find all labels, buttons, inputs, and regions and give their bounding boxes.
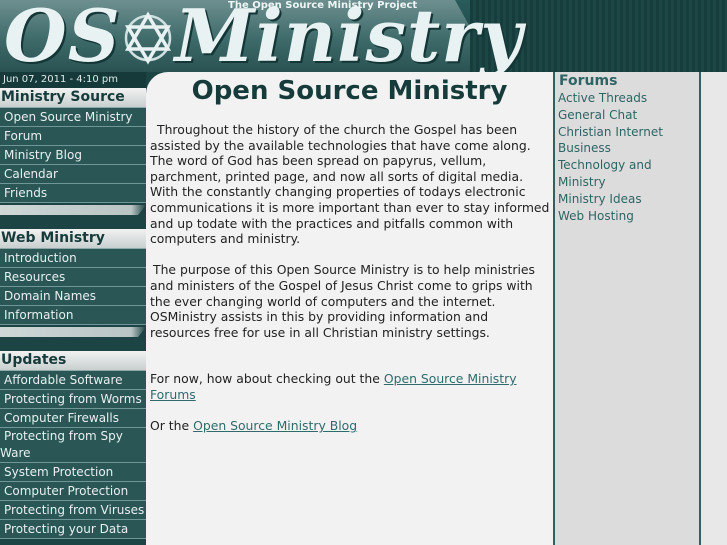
nav-affordable-software[interactable]: Affordable Software (0, 371, 146, 390)
logo-text-os: OS (4, 0, 121, 72)
right-margin (701, 72, 727, 545)
section-divider (0, 327, 146, 337)
current-date: Jun 07, 2011 - 4:10 pm (0, 72, 146, 88)
purpose-paragraph: The purpose of this Open Source Ministry… (150, 262, 552, 340)
blog-link-prefix: Or the (150, 418, 190, 434)
right-sidebar: Forums Active Threads General Chat Chris… (553, 72, 701, 545)
nav-introduction[interactable]: Introduction (0, 249, 146, 268)
blog-link-paragraph: Or the Open Source Ministry Blog (150, 418, 552, 434)
nav-friends[interactable]: Friends (0, 184, 146, 203)
page-title: Open Source Ministry (191, 76, 508, 106)
nav-open-source-ministry[interactable]: Open Source Ministry (0, 108, 146, 127)
nav-information[interactable]: Information (0, 306, 146, 325)
star-of-david-logo-icon (124, 11, 171, 65)
forum-link-ministry-ideas[interactable]: Ministry Ideas (555, 191, 699, 208)
content-body: Throughout the history of the church the… (150, 122, 552, 434)
forum-link-web-hosting[interactable]: Web Hosting (555, 208, 699, 225)
forum-link-general-chat[interactable]: General Chat (555, 107, 699, 124)
forum-link-active-threads[interactable]: Active Threads (555, 90, 699, 107)
nav-protecting-from-viruses[interactable]: Protecting from Viruses (0, 501, 146, 520)
intro-paragraph-text: Throughout the history of the church the… (150, 122, 550, 247)
nav-domain-names[interactable]: Domain Names (0, 287, 146, 306)
main-content: Open Source Ministry Throughout the hist… (146, 72, 553, 545)
nav-forum[interactable]: Forum (0, 127, 146, 146)
purpose-paragraph-text: The purpose of this Open Source Ministry… (150, 262, 535, 340)
forum-link-technology-and-ministry[interactable]: Technology and Ministry (555, 157, 699, 191)
nav-calendar[interactable]: Calendar (0, 165, 146, 184)
section-title-web-ministry: Web Ministry (0, 229, 146, 249)
site-header: OS Ministry The Open Source Ministry Proj… (0, 0, 727, 72)
nav-protecting-from-worms[interactable]: Protecting from Worms (0, 390, 146, 409)
site-tagline: The Open Source Ministry Project (228, 0, 418, 11)
forums-link-prefix: For now, how about checking out the (150, 371, 380, 387)
section-title-updates: Updates (0, 351, 146, 371)
nav-computer-protection[interactable]: Computer Protection (0, 482, 146, 501)
blog-link[interactable]: Open Source Ministry Blog (193, 418, 357, 433)
nav-protecting-from-spy-ware[interactable]: Protecting from Spy Ware (0, 428, 146, 463)
nav-ministry-blog[interactable]: Ministry Blog (0, 146, 146, 165)
nav-system-protection[interactable]: System Protection (0, 463, 146, 482)
intro-paragraph: Throughout the history of the church the… (150, 122, 552, 247)
left-sidebar: Jun 07, 2011 - 4:10 pm Ministry Source O… (0, 72, 146, 545)
section-divider (0, 205, 146, 215)
nav-computer-firewalls[interactable]: Computer Firewalls (0, 409, 146, 428)
section-title-ministry-source: Ministry Source (0, 88, 146, 108)
forum-link-christian-internet-business[interactable]: Christian Internet Business (555, 124, 699, 158)
nav-resources[interactable]: Resources (0, 268, 146, 287)
forums-link-paragraph: For now, how about checking out the Open… (150, 371, 552, 402)
forums-title: Forums (559, 73, 618, 89)
nav-protecting-your-data[interactable]: Protecting your Data (0, 520, 146, 539)
